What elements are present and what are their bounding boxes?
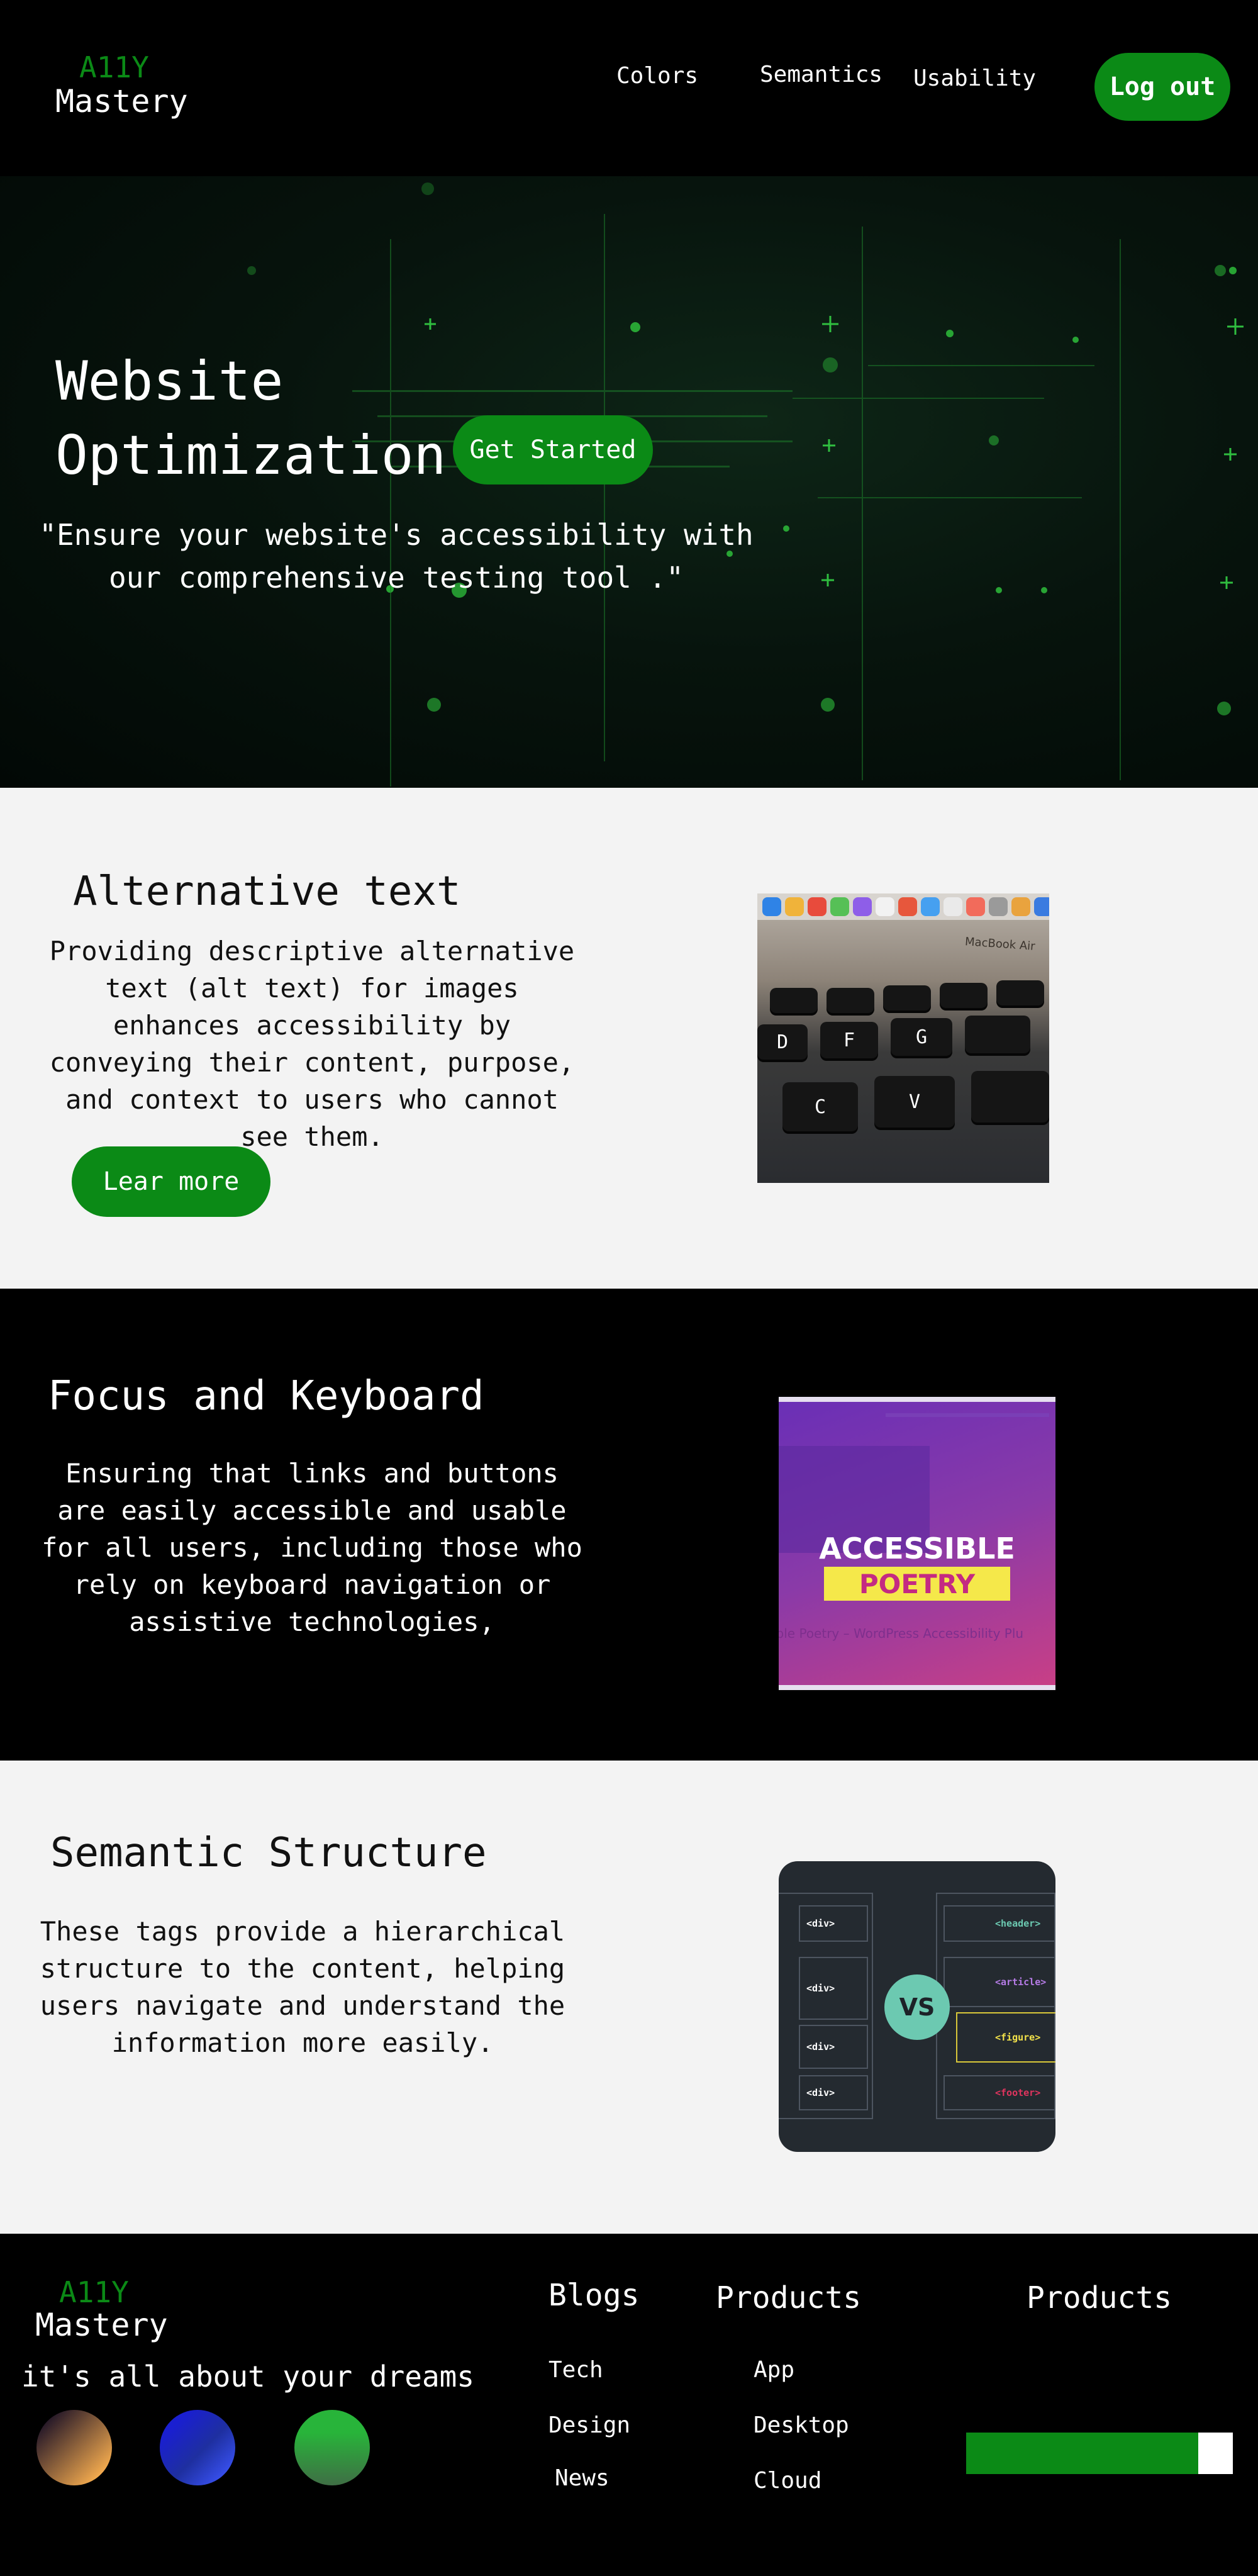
- poetry-line1: ACCESSIBLE: [819, 1532, 1015, 1565]
- footer-logo-a11y[interactable]: A11Y: [59, 2275, 129, 2309]
- nav-link-colors[interactable]: Colors: [616, 63, 698, 89]
- poetry-line2: POETRY: [824, 1567, 1010, 1601]
- article-tag: <article>: [944, 1957, 1055, 2007]
- footer-blogs-heading: Blogs: [548, 2278, 640, 2313]
- key: [996, 980, 1044, 1005]
- key-v: V: [874, 1076, 955, 1128]
- poetry-caption: ible Poetry – WordPress Accessibility Pl…: [779, 1626, 1024, 1641]
- footer-link-news[interactable]: News: [555, 2465, 610, 2491]
- focus-description: Ensuring that links and buttons are easi…: [42, 1458, 582, 1637]
- footer-progress-fill: [966, 2433, 1198, 2474]
- hero-title-line2: Optimization: [55, 424, 447, 487]
- key: [883, 985, 931, 1011]
- key: [965, 1016, 1030, 1053]
- semantic-structure-section: Semantic Structure These tags provide a …: [0, 1761, 1258, 2234]
- alt-text-title: Alternative text: [73, 868, 461, 915]
- hero-section: Website Optimization Get Started "Ensure…: [0, 176, 1258, 788]
- nav-link-usability[interactable]: Usability: [913, 65, 1036, 91]
- logo-mastery[interactable]: Mastery: [55, 83, 188, 120]
- footer-tagline: it's all about your dreams: [21, 2360, 475, 2394]
- hero-quote: "Ensure your website's accessibility wit…: [39, 518, 754, 595]
- mac-dock: [757, 893, 1049, 920]
- focus-title: Focus and Keyboard: [48, 1373, 484, 1420]
- footer-logo-mastery[interactable]: Mastery: [35, 2307, 168, 2343]
- footer-link-tech[interactable]: Tech: [548, 2357, 603, 2383]
- footer-link-app[interactable]: App: [754, 2357, 794, 2383]
- hero-title-line1: Website: [55, 350, 284, 413]
- keyboard-image: MacBook Air D F G C V: [757, 893, 1049, 1183]
- key: [971, 1071, 1049, 1123]
- semantic-title: Semantic Structure: [50, 1830, 487, 1876]
- div-vs-semantic-image: <div> <div> <div> <div> <header> <articl…: [779, 1861, 1055, 2152]
- logout-button[interactable]: Log out: [1094, 53, 1230, 121]
- blue-gradient-circle: [160, 2410, 235, 2485]
- alt-text-description: Providing descriptive alternative text (…: [49, 936, 575, 1152]
- semantic-description: These tags provide a hierarchical struct…: [40, 1916, 565, 2058]
- key-d: D: [757, 1024, 808, 1060]
- header-tag: <header>: [944, 1905, 1055, 1942]
- macbook-brand: MacBook Air: [964, 935, 1036, 953]
- key: [940, 983, 988, 1008]
- accessible-poetry-image: ACCESSIBLE POETRY ible Poetry – WordPres…: [779, 1397, 1055, 1690]
- orange-gradient-circle: [36, 2410, 112, 2485]
- alt-text-section: Alternative text Providing descriptive a…: [0, 788, 1258, 1289]
- vs-badge: VS: [884, 1974, 950, 2040]
- key: [770, 988, 818, 1013]
- div-tag: <div>: [799, 1957, 868, 2020]
- div-tag: <div>: [799, 2025, 868, 2069]
- nav-link-semantics[interactable]: Semantics: [760, 62, 882, 87]
- key-g: G: [891, 1018, 952, 1056]
- green-gradient-circle: [294, 2410, 370, 2485]
- footer-link-desktop[interactable]: Desktop: [754, 2412, 849, 2438]
- footer-link-cloud[interactable]: Cloud: [754, 2468, 821, 2494]
- footer-products-heading: Products: [716, 2280, 862, 2316]
- figure-tag: <figure>: [956, 2012, 1055, 2063]
- site-footer: A11Y Mastery it's all about your dreams …: [0, 2234, 1258, 2576]
- site-header: A11Y Mastery Colors Semantics Usability …: [0, 0, 1258, 176]
- logo-a11y[interactable]: A11Y: [79, 50, 149, 84]
- learn-more-button[interactable]: Lear more: [72, 1146, 270, 1217]
- key: [827, 988, 874, 1013]
- div-tag: <div>: [799, 1905, 868, 1942]
- footer-link-design[interactable]: Design: [548, 2412, 630, 2438]
- focus-keyboard-section: Focus and Keyboard Ensuring that links a…: [0, 1289, 1258, 1761]
- div-tag: <div>: [799, 2075, 868, 2110]
- footer-progress-bar: [966, 2433, 1233, 2474]
- footer-products2-heading: Products: [1027, 2280, 1172, 2316]
- key-c: C: [782, 1082, 858, 1131]
- footer-tag: <footer>: [944, 2075, 1055, 2110]
- key-f: F: [820, 1022, 878, 1058]
- get-started-button[interactable]: Get Started: [453, 415, 653, 484]
